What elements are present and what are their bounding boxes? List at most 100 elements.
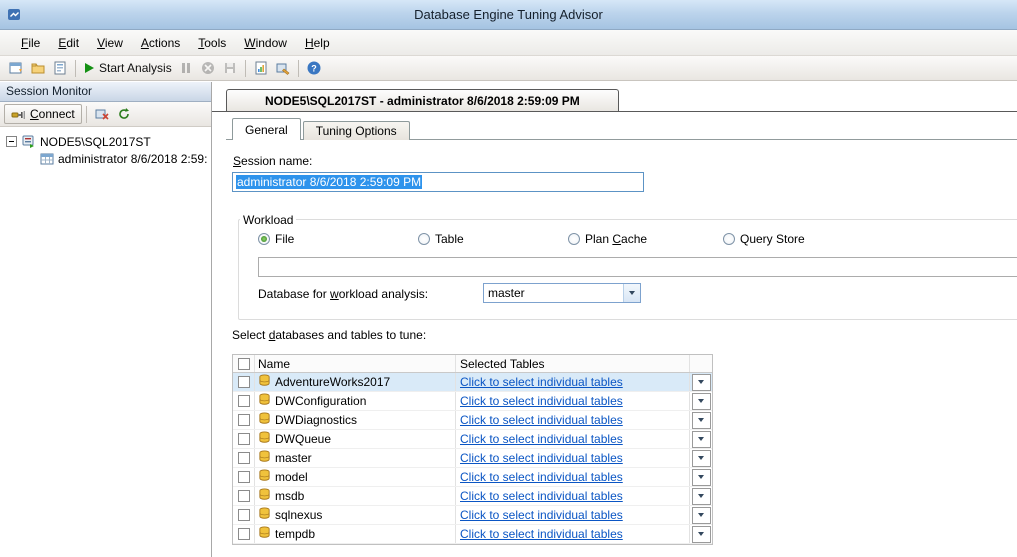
- tables-dropdown-button[interactable]: [692, 374, 711, 391]
- select-tables-link[interactable]: Click to select individual tables: [460, 451, 623, 465]
- tables-dropdown-button[interactable]: [692, 431, 711, 448]
- database-icon: [258, 469, 271, 485]
- table-row[interactable]: AdventureWorks2017 Click to select indivi…: [233, 373, 712, 392]
- select-tables-link[interactable]: Click to select individual tables: [460, 489, 623, 503]
- tree-node-server[interactable]: NODE5\SQL2017ST: [0, 133, 211, 150]
- start-analysis-label: Start Analysis: [99, 61, 172, 75]
- server-label: NODE5\SQL2017ST: [40, 135, 151, 149]
- menu-edit[interactable]: Edit: [49, 32, 88, 54]
- row-checkbox[interactable]: [238, 509, 250, 521]
- select-tables-link[interactable]: Click to select individual tables: [460, 375, 623, 389]
- row-checkbox[interactable]: [238, 395, 250, 407]
- workload-label: Workload: [240, 213, 296, 227]
- radio-file[interactable]: File: [258, 232, 418, 246]
- row-checkbox[interactable]: [238, 528, 250, 540]
- radio-plan-cache[interactable]: Plan Cache: [568, 232, 723, 246]
- window-title: Database Engine Tuning Advisor: [0, 7, 1017, 22]
- connect-button[interactable]: Connect: [4, 104, 82, 124]
- chevron-down-icon: [698, 437, 704, 441]
- tuning-options-button[interactable]: [272, 57, 294, 79]
- select-tables-link[interactable]: Click to select individual tables: [460, 527, 623, 541]
- session-label: administrator 8/6/2018 2:59:: [58, 152, 207, 166]
- table-row[interactable]: master Click to select individual tables: [233, 449, 712, 468]
- refresh-button[interactable]: [113, 103, 135, 125]
- radio-circle: [258, 233, 270, 245]
- session-monitor-header: Session Monitor: [0, 82, 211, 102]
- database-name: msdb: [275, 489, 304, 503]
- report-button[interactable]: [250, 57, 272, 79]
- menu-window[interactable]: Window: [235, 32, 296, 54]
- radio-label: Table: [435, 232, 464, 246]
- collapse-icon[interactable]: [6, 136, 17, 147]
- chevron-down-icon: [698, 494, 704, 498]
- session-tree: NODE5\SQL2017ST administrator 8/6/2018 2…: [0, 127, 211, 167]
- database-name: model: [275, 470, 308, 484]
- svg-text:?: ?: [311, 64, 317, 74]
- row-checkbox[interactable]: [238, 433, 250, 445]
- open-workload-button[interactable]: [27, 57, 49, 79]
- table-row[interactable]: DWDiagnosticsClick to select individual …: [233, 411, 712, 430]
- session-name-input[interactable]: administrator 8/6/2018 2:59:09 PM: [232, 172, 644, 192]
- radio-table[interactable]: Table: [418, 232, 568, 246]
- select-tables-link[interactable]: Click to select individual tables: [460, 508, 623, 522]
- start-analysis-button[interactable]: Start Analysis: [80, 57, 175, 79]
- main-toolbar: Start Analysis ?: [0, 56, 1017, 81]
- tables-dropdown-button[interactable]: [692, 450, 711, 467]
- select-databases-label: Select databases and tables to tune:: [232, 328, 426, 342]
- select-tables-link[interactable]: Click to select individual tables: [460, 394, 623, 408]
- menu-file[interactable]: File: [12, 32, 49, 54]
- select-tables-link[interactable]: Click to select individual tables: [460, 432, 623, 446]
- session-tab[interactable]: NODE5\SQL2017ST - administrator 8/6/2018…: [226, 89, 619, 111]
- tables-dropdown-button[interactable]: [692, 469, 711, 486]
- tab-general[interactable]: General: [232, 118, 301, 140]
- disconnect-button[interactable]: [91, 103, 113, 125]
- toolbar-separator: [75, 60, 76, 77]
- dta-window: Database Engine Tuning Advisor FileEditV…: [0, 0, 1017, 557]
- tables-dropdown-button[interactable]: [692, 507, 711, 524]
- pause-icon: [178, 60, 194, 76]
- row-checkbox[interactable]: [238, 414, 250, 426]
- table-row[interactable]: DWConfiguration Click to select individua…: [233, 392, 712, 411]
- wrench-icon: [275, 60, 291, 76]
- radio-label: Plan Cache: [585, 232, 647, 246]
- database-combo[interactable]: master: [483, 283, 641, 303]
- radio-query-store[interactable]: Query Store: [723, 232, 843, 246]
- help-button[interactable]: ?: [303, 57, 325, 79]
- tree-node-session[interactable]: administrator 8/6/2018 2:59:: [0, 150, 211, 167]
- stop-analysis-button: [197, 57, 219, 79]
- export-session-button[interactable]: [49, 57, 71, 79]
- table-row[interactable]: tempdbClick to select individual tables: [233, 525, 712, 544]
- row-checkbox[interactable]: [238, 490, 250, 502]
- database-name: master: [275, 451, 312, 465]
- combo-dropdown-button[interactable]: [623, 284, 640, 302]
- row-checkbox[interactable]: [238, 452, 250, 464]
- workload-file-input[interactable]: [258, 257, 1017, 277]
- chevron-down-icon: [698, 475, 704, 479]
- select-tables-link[interactable]: Click to select individual tables: [460, 413, 623, 427]
- menu-actions[interactable]: Actions: [132, 32, 189, 54]
- new-session-button[interactable]: [5, 57, 27, 79]
- table-row[interactable]: msdb Click to select individual tables: [233, 487, 712, 506]
- row-checkbox[interactable]: [238, 376, 250, 388]
- tables-dropdown-button[interactable]: [692, 412, 711, 429]
- database-icon: [258, 412, 271, 428]
- tab-tuning-options[interactable]: Tuning Options: [303, 121, 410, 140]
- radio-circle: [723, 233, 735, 245]
- table-row[interactable]: DWQueueClick to select individual tables: [233, 430, 712, 449]
- database-name: DWConfiguration: [275, 394, 366, 408]
- menu-tools[interactable]: Tools: [189, 32, 235, 54]
- table-row[interactable]: model Click to select individual tables: [233, 468, 712, 487]
- session-name-label: Session name:: [233, 154, 312, 168]
- menu-help[interactable]: Help: [296, 32, 339, 54]
- tables-dropdown-button[interactable]: [692, 488, 711, 505]
- row-checkbox[interactable]: [238, 471, 250, 483]
- session-monitor-toolbar: Connect: [0, 102, 211, 127]
- table-row[interactable]: sqlnexusClick to select individual table…: [233, 506, 712, 525]
- select-tables-link[interactable]: Click to select individual tables: [460, 470, 623, 484]
- tables-dropdown-button[interactable]: [692, 526, 711, 543]
- tables-dropdown-button[interactable]: [692, 393, 711, 410]
- subtab-strip: GeneralTuning Options: [232, 118, 412, 140]
- database-name: AdventureWorks2017: [275, 375, 390, 389]
- select-all-checkbox[interactable]: [238, 358, 250, 370]
- menu-view[interactable]: View: [88, 32, 132, 54]
